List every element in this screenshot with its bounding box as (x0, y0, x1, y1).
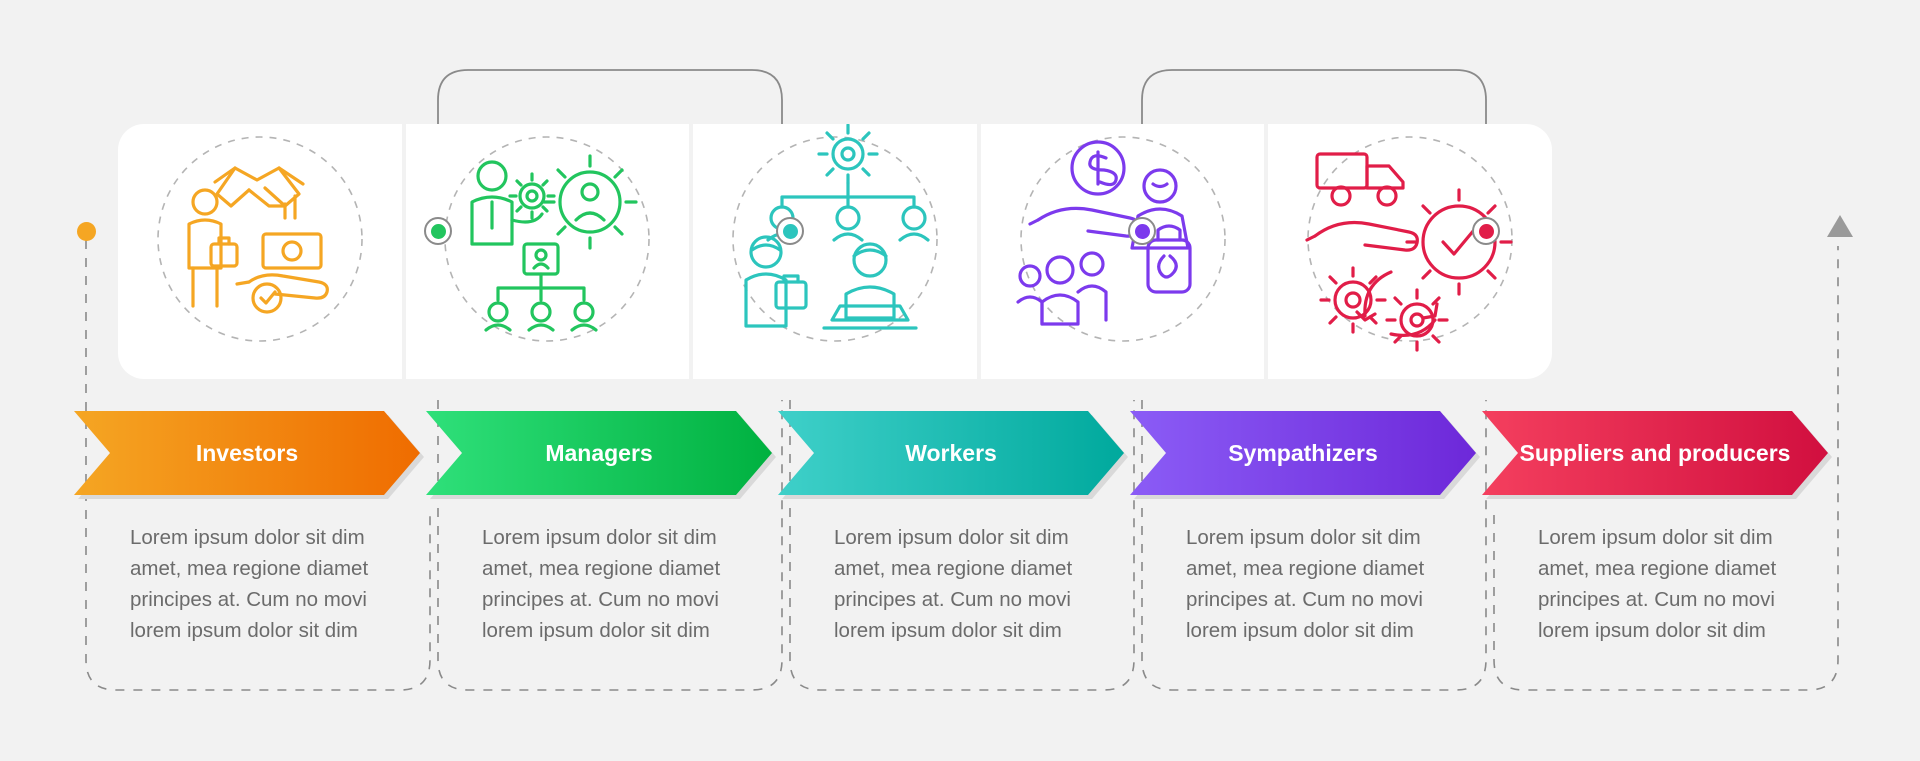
node-dot-workers (776, 217, 804, 245)
handshake-investor-money-icon (156, 136, 363, 342)
chevron-band: Investors Managers Workers Sympathizers … (74, 411, 1574, 495)
description-managers: Lorem ipsum dolor sit dim amet, mea regi… (482, 522, 760, 646)
description-text: Lorem ipsum dolor sit dim amet, mea regi… (1538, 526, 1777, 642)
chevron-label-suppliers: Suppliers and producers (1519, 439, 1791, 466)
icon-card-workers (693, 124, 977, 379)
chevron-step-investors[interactable]: Investors (74, 411, 420, 495)
description-text: Lorem ipsum dolor sit dim amet, mea regi… (130, 526, 369, 642)
description-text: Lorem ipsum dolor sit dim amet, mea regi… (834, 526, 1073, 642)
chevron-label-workers: Workers (905, 439, 997, 466)
chevron-step-suppliers[interactable]: Suppliers and producers (1482, 411, 1828, 495)
workers-team-gear-icon (732, 124, 938, 342)
donation-hand-people-icon (1015, 136, 1226, 342)
icon-cards-row (118, 124, 1552, 379)
chevron-step-managers[interactable]: Managers (426, 411, 772, 495)
end-arrow-icon (1827, 215, 1853, 237)
description-workers: Lorem ipsum dolor sit dim amet, mea regi… (834, 522, 1112, 646)
chevron-step-workers[interactable]: Workers (778, 411, 1124, 495)
description-text: Lorem ipsum dolor sit dim amet, mea regi… (1186, 526, 1425, 642)
node-dot-sympathizers (1128, 217, 1156, 245)
node-dot-managers (424, 217, 452, 245)
description-sympathizers: Lorem ipsum dolor sit dim amet, mea regi… (1186, 522, 1464, 646)
description-suppliers: Lorem ipsum dolor sit dim amet, mea regi… (1538, 522, 1816, 646)
description-text: Lorem ipsum dolor sit dim amet, mea regi… (482, 526, 721, 642)
chevron-label-sympathizers: Sympathizers (1228, 439, 1378, 466)
chevron-label-managers: Managers (545, 439, 653, 466)
icon-card-investors (118, 124, 402, 379)
description-investors: Lorem ipsum dolor sit dim amet, mea regi… (130, 522, 408, 646)
icon-card-sympathizers (980, 124, 1265, 379)
icon-card-managers (405, 124, 690, 379)
node-dot-suppliers (1472, 217, 1500, 245)
icon-card-suppliers (1268, 124, 1552, 379)
chevron-step-sympathizers[interactable]: Sympathizers (1130, 411, 1476, 495)
descriptions-row: Lorem ipsum dolor sit dim amet, mea regi… (74, 522, 1776, 662)
chevron-label-investors: Investors (195, 439, 299, 466)
infographic-canvas: Investors Managers Workers Sympathizers … (0, 0, 1920, 761)
manager-gear-org-chart-icon (444, 136, 651, 342)
node-dot-investors (72, 217, 100, 245)
